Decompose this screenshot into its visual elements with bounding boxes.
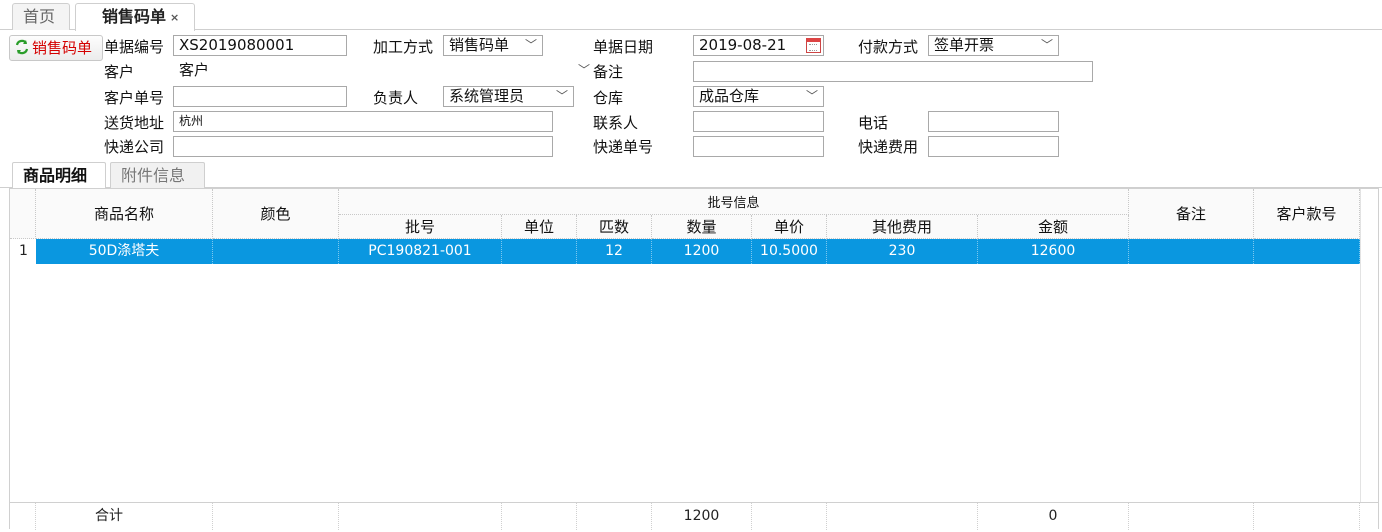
- close-icon[interactable]: ×: [170, 11, 179, 24]
- summary-cell: [502, 503, 577, 530]
- table-row[interactable]: 50D涤塔夫 PC190821-001 12 1200 10.5000 230 …: [10, 239, 1360, 264]
- summary-amount: 0: [978, 503, 1129, 530]
- customer-order-label: 客户单号: [104, 89, 165, 107]
- doc-no-value: XS2019080001: [179, 36, 295, 54]
- process-value: 销售码单: [449, 36, 510, 54]
- customer-order-field[interactable]: [173, 86, 347, 107]
- summary-cell: [752, 503, 827, 530]
- chevron-down-icon: ﹀: [805, 89, 818, 103]
- cell-name[interactable]: 50D涤塔夫: [36, 239, 213, 264]
- doc-no-field[interactable]: XS2019080001: [173, 35, 347, 56]
- sales-note-button[interactable]: 销售码单: [9, 35, 103, 61]
- summary-cell: [1129, 503, 1254, 530]
- chevron-down-icon: ﹀: [1040, 38, 1053, 52]
- col-header-other-fee[interactable]: 其他费用: [827, 215, 978, 239]
- cell-cust-style[interactable]: [1254, 239, 1360, 264]
- vertical-scrollbar[interactable]: [1360, 189, 1378, 502]
- payment-value: 签单开票: [934, 36, 995, 54]
- top-tabbar: 首页 销售码单 ×: [0, 0, 1382, 31]
- col-header-unit[interactable]: 单位: [502, 215, 577, 239]
- summary-cell: [827, 503, 978, 530]
- col-header-color[interactable]: 颜色: [213, 189, 339, 239]
- customer-select[interactable]: 客户 ﹀: [173, 60, 593, 81]
- doc-date-label: 单据日期: [593, 38, 654, 56]
- col-header-remark[interactable]: 备注: [1129, 189, 1254, 239]
- payment-select[interactable]: 签单开票 ﹀: [928, 35, 1059, 56]
- chevron-down-icon: ﹀: [524, 38, 537, 52]
- summary-cell: [10, 503, 36, 530]
- chevron-down-icon: ﹀: [555, 89, 568, 103]
- address-value: 杭州: [179, 114, 204, 128]
- cell-color[interactable]: [213, 239, 339, 264]
- tab-goods-detail[interactable]: 商品明细: [12, 162, 106, 189]
- col-header-batch-group: 批号信息: [339, 189, 1129, 215]
- address-field[interactable]: 杭州: [173, 111, 553, 132]
- tab-sales-note-label: 销售码单: [102, 7, 167, 26]
- owner-select[interactable]: 系统管理员 ﹀: [443, 86, 574, 107]
- sales-note-button-label: 销售码单: [32, 39, 93, 57]
- process-label: 加工方式: [373, 38, 434, 56]
- summary-cell: [1254, 503, 1360, 530]
- col-header-cust-style[interactable]: 客户款号: [1254, 189, 1360, 239]
- goods-grid: 商品名称 颜色 批号信息 批号 单位 匹数 数量 单价 其他费用 金额 备注 客…: [9, 188, 1379, 530]
- chevron-down-icon: ﹀: [577, 63, 590, 77]
- col-header-pieces[interactable]: 匹数: [577, 215, 652, 239]
- refresh-icon: [15, 39, 29, 55]
- cell-qty[interactable]: 1200: [652, 239, 752, 264]
- phone-field[interactable]: [928, 111, 1059, 132]
- payment-label: 付款方式: [858, 38, 919, 56]
- col-header-price[interactable]: 单价: [752, 215, 827, 239]
- express-fee-field[interactable]: [928, 136, 1059, 157]
- owner-value: 系统管理员: [449, 87, 525, 105]
- doc-no-label: 单据编号: [104, 38, 165, 56]
- summary-cell: [339, 503, 502, 530]
- express-fee-label: 快递费用: [858, 138, 919, 156]
- warehouse-value: 成品仓库: [699, 87, 760, 105]
- warehouse-label: 仓库: [593, 89, 624, 107]
- doc-date-value: 2019-08-21: [699, 36, 787, 54]
- summary-cell: [577, 503, 652, 530]
- process-select[interactable]: 销售码单 ﹀: [443, 35, 543, 56]
- col-header-batch[interactable]: 批号: [339, 215, 502, 239]
- tracking-label: 快递单号: [593, 138, 654, 156]
- address-label: 送货地址: [104, 114, 165, 132]
- detail-tabbar: 商品明细 附件信息: [0, 160, 1382, 189]
- col-header-amount[interactable]: 金额: [978, 215, 1129, 239]
- tracking-field[interactable]: [693, 136, 824, 157]
- customer-value: 客户: [179, 61, 210, 79]
- remark-label: 备注: [593, 63, 624, 81]
- summary-cell: [213, 503, 339, 530]
- courier-field[interactable]: [173, 136, 553, 157]
- tab-home[interactable]: 首页: [12, 3, 70, 30]
- col-header-qty[interactable]: 数量: [652, 215, 752, 239]
- row-number-header: [10, 189, 36, 239]
- summary-qty: 1200: [652, 503, 752, 530]
- cell-remark[interactable]: [1129, 239, 1254, 264]
- tab-goods-detail-label: 商品明细: [23, 166, 88, 185]
- contact-label: 联系人: [593, 114, 639, 132]
- calendar-icon[interactable]: [806, 38, 821, 53]
- tab-attachments[interactable]: 附件信息: [110, 162, 205, 188]
- courier-label: 快递公司: [104, 138, 165, 156]
- warehouse-select[interactable]: 成品仓库 ﹀: [693, 86, 824, 107]
- tab-attachments-label: 附件信息: [121, 166, 186, 185]
- cell-amount[interactable]: 12600: [978, 239, 1129, 264]
- summary-row: 合计 1200 0: [10, 502, 1378, 530]
- cell-other-fee[interactable]: 230: [827, 239, 978, 264]
- tab-sales-note[interactable]: 销售码单 ×: [75, 3, 195, 31]
- doc-date-field[interactable]: 2019-08-21: [693, 35, 824, 56]
- col-header-name[interactable]: 商品名称: [36, 189, 213, 239]
- contact-field[interactable]: [693, 111, 824, 132]
- cell-price[interactable]: 10.5000: [752, 239, 827, 264]
- owner-label: 负责人: [373, 89, 419, 107]
- cell-pieces[interactable]: 12: [577, 239, 652, 264]
- phone-label: 电话: [858, 114, 889, 132]
- summary-label: 合计: [36, 503, 213, 530]
- tab-home-label: 首页: [23, 7, 56, 26]
- cell-unit[interactable]: [502, 239, 577, 264]
- cell-batch[interactable]: PC190821-001: [339, 239, 502, 264]
- remark-field[interactable]: [693, 61, 1093, 82]
- customer-label: 客户: [104, 63, 135, 81]
